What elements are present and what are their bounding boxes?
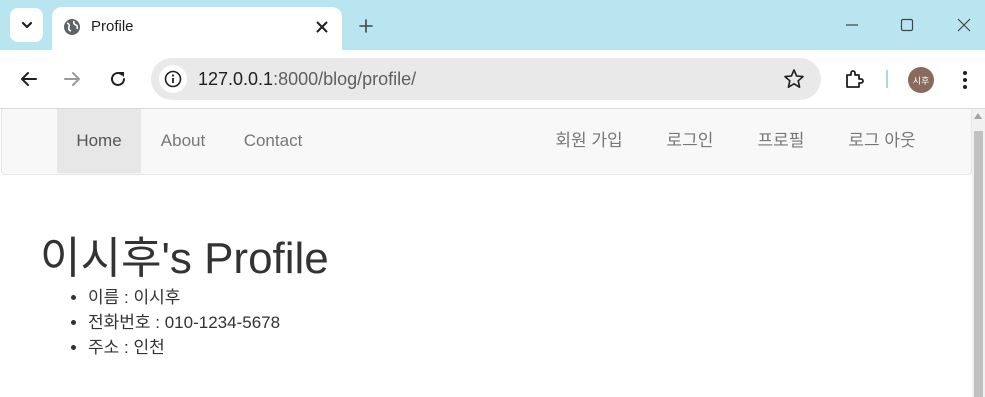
reload-icon — [111, 71, 125, 86]
tab-strip: Profile — [0, 0, 985, 50]
avatar-label: 시후 — [912, 76, 930, 87]
arrow-left-icon — [21, 72, 37, 86]
site-info-button[interactable] — [159, 65, 187, 93]
close-icon — [316, 21, 328, 33]
plus-icon — [359, 19, 373, 33]
info-icon — [164, 70, 182, 88]
nav-home[interactable]: Home — [57, 109, 141, 173]
url-path: :8000/blog/profile/ — [273, 69, 417, 89]
toolbar-divider — [886, 70, 888, 88]
nav-contact[interactable]: Contact — [225, 109, 321, 173]
tab-title: Profile — [91, 18, 134, 35]
nav-about[interactable]: About — [141, 109, 225, 173]
nav-profile[interactable]: 프로필 — [736, 109, 826, 173]
browser-toolbar: 127.0.0.1:8000/blog/profile/ 시후 — [0, 50, 985, 108]
globe-icon — [64, 19, 80, 35]
minimize-icon — [846, 24, 858, 26]
maximize-icon — [900, 18, 914, 32]
profile-phone-item: 전화번호 : 010-1234-5678 — [88, 312, 280, 337]
arrow-right-icon — [64, 72, 80, 86]
profile-info-list: 이름 : 이시후 전화번호 : 010-1234-5678 주소 : 인천 — [88, 287, 280, 362]
scroll-up-icon[interactable] — [974, 113, 982, 119]
more-vertical-icon — [963, 71, 967, 89]
bookmark-star-icon[interactable] — [783, 68, 805, 90]
close-tab-button[interactable] — [312, 17, 332, 37]
avatar[interactable]: 시후 — [908, 67, 934, 93]
nav-signup[interactable]: 회원 가입 — [534, 109, 644, 173]
url-text: 127.0.0.1:8000/blog/profile/ — [198, 69, 416, 90]
vertical-scrollbar[interactable] — [972, 109, 985, 397]
minimize-button[interactable] — [839, 12, 865, 38]
back-button[interactable] — [14, 64, 44, 94]
url-host: 127.0.0.1 — [198, 69, 274, 89]
chevron-down-icon — [21, 21, 32, 29]
profile-name-item: 이름 : 이시후 — [88, 287, 280, 312]
address-bar[interactable]: 127.0.0.1:8000/blog/profile/ — [151, 58, 821, 100]
reload-button[interactable] — [103, 64, 133, 94]
page-title: 이시후's Profile — [40, 234, 329, 283]
new-tab-button[interactable] — [354, 14, 378, 38]
browser-menu-button[interactable] — [953, 66, 977, 94]
puzzle-icon — [846, 70, 864, 88]
active-tab[interactable]: Profile — [52, 7, 342, 50]
close-window-button[interactable] — [951, 12, 977, 38]
profile-address-item: 주소 : 인천 — [88, 337, 280, 362]
scrollbar-thumb[interactable] — [974, 131, 983, 397]
extensions-button[interactable] — [840, 64, 868, 94]
nav-login[interactable]: 로그인 — [644, 109, 736, 173]
page-viewport: Home About Contact 회원 가입 로그인 프로필 로그 아웃 이… — [0, 108, 985, 397]
nav-logout[interactable]: 로그 아웃 — [826, 109, 938, 173]
close-icon — [957, 18, 971, 32]
maximize-button[interactable] — [894, 12, 920, 38]
site-navbar: Home About Contact 회원 가입 로그인 프로필 로그 아웃 — [1, 109, 972, 175]
tab-search-button[interactable] — [10, 8, 43, 42]
forward-button[interactable] — [57, 64, 87, 94]
